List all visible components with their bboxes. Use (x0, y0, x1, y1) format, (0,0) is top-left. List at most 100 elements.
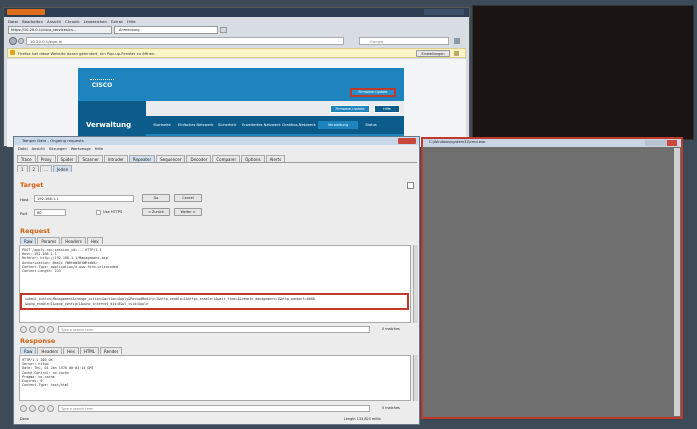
url-bar[interactable]: 10.20.0.1/sign-in (26, 37, 344, 45)
cancel-button[interactable]: Cancel (174, 194, 202, 202)
back-button[interactable] (9, 37, 17, 45)
port-field[interactable]: 80 (34, 209, 66, 216)
menu-view[interactable]: Ansicht (47, 19, 61, 24)
tamper-menu-view[interactable]: Ansicht (32, 147, 45, 151)
request-tab-params[interactable]: Params (37, 237, 61, 244)
response-search-input[interactable]: Type a search term (58, 405, 370, 412)
request-tab-hex[interactable]: Hex (86, 237, 103, 244)
nav-wireless[interactable]: Drahtlos-Netzwerk (280, 123, 318, 127)
tool-tab-alerts[interactable]: Alerts (265, 155, 286, 162)
browser-tab-2[interactable]: Anmeldung (114, 26, 218, 34)
nav-home[interactable]: Startseite (146, 123, 178, 127)
response-viewer[interactable]: HTTP/1.1 200 OK Server: httpd Date: Thu,… (19, 355, 411, 401)
menu-help[interactable]: Hilfe (127, 19, 136, 24)
nav-basic-network[interactable]: Einfaches Netzwerk (178, 123, 213, 127)
nav-management[interactable]: Verwaltung (318, 121, 358, 129)
menu-edit[interactable]: Bearbeiten (22, 19, 43, 24)
response-tab-raw[interactable]: Raw (20, 347, 37, 354)
response-tab-render[interactable]: Render (99, 347, 123, 354)
tamper-menu-help[interactable]: Hilfe (95, 147, 103, 151)
request-search-input[interactable]: Type a search term (58, 326, 370, 333)
nav-status[interactable]: Status (358, 123, 384, 127)
tool-tab-intruder[interactable]: Intruder (103, 155, 128, 162)
request-plus-button[interactable] (38, 326, 45, 333)
popup-settings-button[interactable]: Einstellungen (416, 50, 450, 57)
request-tab-headers[interactable]: Headers (61, 237, 86, 244)
tool-tab-trace[interactable]: Trace (17, 155, 36, 162)
response-tab-headers[interactable]: Headers (37, 347, 63, 354)
host-field[interactable]: 192.168.1.1 (34, 195, 134, 202)
subtab-more[interactable]: ... (40, 165, 52, 172)
cmd-scrollbar[interactable] (674, 148, 680, 416)
notification-close-icon[interactable] (454, 51, 459, 56)
tool-tab-proxy[interactable]: Proxy (36, 155, 56, 162)
tamper-menu-sessions[interactable]: Sitzungen (49, 147, 67, 151)
request-editor[interactable]: POST /apply.cgi;session_id=... HTTP/1.1 … (19, 245, 411, 323)
firefox-app-button[interactable] (7, 9, 45, 15)
tool-tab-decoder[interactable]: Decoder (186, 155, 212, 162)
menu-history[interactable]: Chronik (65, 19, 80, 24)
home-icon[interactable] (454, 38, 460, 44)
cisco-logo: CISCO (84, 72, 120, 92)
previous-button[interactable]: < Zurück (142, 208, 170, 216)
tool-tab-repeater[interactable]: Repeater (128, 155, 156, 162)
tool-tab-comparer[interactable]: Comparer (212, 155, 241, 162)
cisco-help-button[interactable]: Hilfe (374, 105, 400, 113)
status-bar-length: Length 133,823 millis (344, 417, 381, 421)
search-box[interactable]: Google (359, 37, 449, 45)
go-button[interactable]: Go (142, 194, 170, 202)
tamper-title: Tamper Data - Ongoing requests (22, 138, 84, 143)
request-highlight-box: submit_button=Management&change_action=&… (20, 293, 409, 310)
response-help-button[interactable] (20, 405, 27, 412)
tool-tab-options[interactable]: Options (241, 155, 265, 162)
warning-icon (10, 50, 15, 55)
https-checkbox[interactable] (96, 210, 101, 215)
response-match-count: 0 matches (382, 406, 400, 410)
request-tab-raw[interactable]: Raw (20, 237, 37, 244)
cmd-title: C:\Windows\system32\cmd.exe (429, 140, 486, 144)
request-line: Content-Length: 233 (22, 268, 61, 273)
tool-tab-sequencer[interactable]: Sequencer (156, 155, 186, 162)
tamper-window: Tamper Data - Ongoing requests Datei Ansi… (13, 136, 420, 425)
cmd-output (426, 150, 672, 415)
cisco-logo-bars (90, 72, 114, 80)
response-plus-button[interactable] (38, 405, 45, 412)
response-scrollbar[interactable] (413, 355, 418, 401)
tamper-close-button[interactable] (398, 138, 416, 144)
response-prev-match-button[interactable] (29, 405, 36, 412)
port-label: Port (20, 211, 28, 216)
cisco-nav-bar: Startseite Einfaches Netzwerk Sicherheit Er… (146, 116, 404, 134)
cmd-close-button[interactable] (667, 140, 677, 146)
response-next-match-button[interactable] (47, 405, 54, 412)
menu-file[interactable]: Datei (8, 19, 18, 24)
menu-tools[interactable]: Extras (111, 19, 123, 24)
tamper-menu-tools[interactable]: Werkzeuge (71, 147, 91, 151)
request-help-button[interactable] (20, 326, 27, 333)
subtab-all[interactable]: Jeden (52, 165, 73, 172)
subtab-2[interactable]: 2 (28, 165, 40, 172)
subtab-1[interactable]: 1 (17, 165, 28, 172)
response-tab-hex[interactable]: Hex (63, 347, 79, 354)
host-label: Host (20, 197, 29, 202)
next-button[interactable]: Weiter > (174, 208, 202, 216)
response-tab-html[interactable]: HTML (79, 347, 99, 354)
firefox-menubar: Datei Bearbeiten Ansicht Chronik Lesezeichen… (8, 19, 308, 24)
nav-advanced-network[interactable]: Erweitertes Netzwerk (242, 123, 281, 127)
tool-tab-scanner[interactable]: Scanner (78, 155, 103, 162)
request-prev-match-button[interactable] (29, 326, 36, 333)
firefox-window-controls[interactable] (424, 9, 464, 15)
new-tab-button[interactable] (220, 27, 227, 33)
forward-button[interactable] (18, 38, 24, 44)
nav-security[interactable]: Sicherheit (212, 123, 242, 127)
tamper-menu-file[interactable]: Datei (18, 147, 28, 151)
request-next-match-button[interactable] (47, 326, 54, 333)
cisco-firmware-button[interactable]: Firmware-Update (330, 105, 370, 113)
menu-bookmarks[interactable]: Lesezeichen (84, 19, 107, 24)
tool-tab-spider[interactable]: Spider (56, 155, 78, 162)
firmware-update-button[interactable]: Firmware-Update (350, 88, 396, 97)
response-header: Response (20, 337, 56, 345)
firefox-titlebar (4, 8, 469, 17)
browser-tab-1[interactable]: https://10.20.0.1/cisco_services/cs... (8, 26, 112, 34)
request-scrollbar[interactable] (413, 245, 418, 323)
help-icon[interactable] (407, 182, 414, 189)
